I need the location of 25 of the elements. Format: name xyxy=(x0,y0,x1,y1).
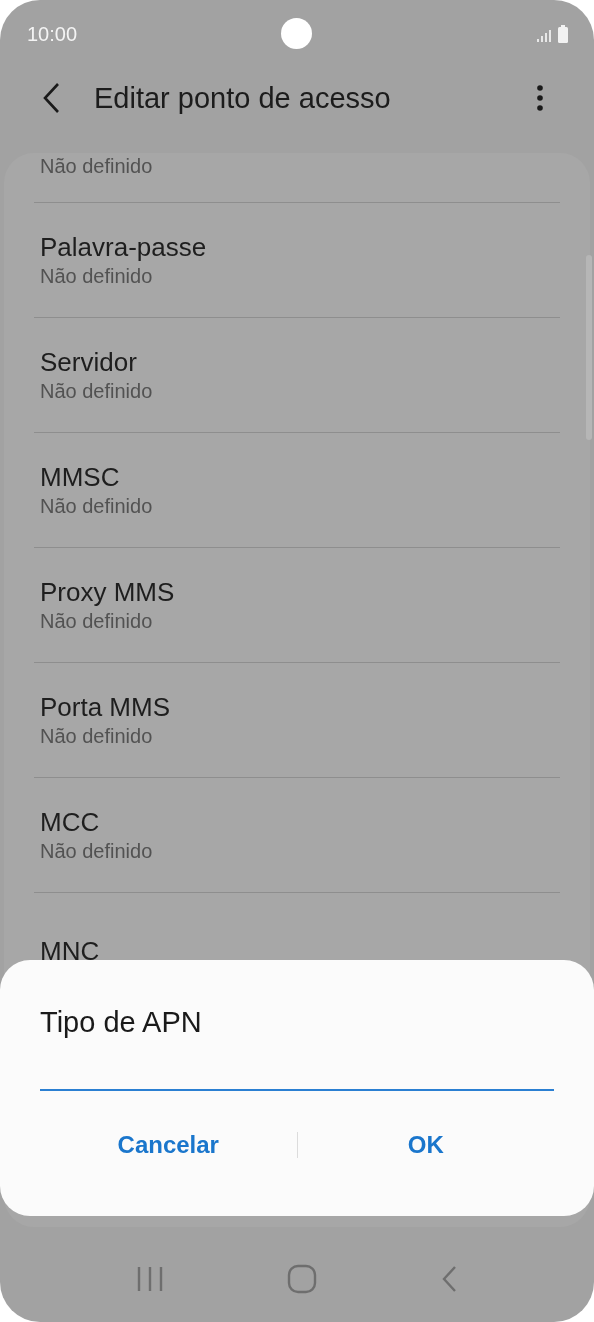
setting-value: Não definido xyxy=(40,839,154,864)
setting-value: Não definido xyxy=(40,724,154,749)
setting-value: Não definido xyxy=(40,494,154,519)
setting-title[interactable]: Servidor xyxy=(40,346,554,378)
setting-value: Não definido xyxy=(40,264,154,289)
home-icon[interactable] xyxy=(287,1264,317,1294)
dialog-button[interactable]: Cancelar xyxy=(40,1121,297,1169)
setting-value: Não definido xyxy=(40,609,154,634)
back-icon[interactable] xyxy=(42,82,62,114)
setting-title[interactable]: Proxy MMS xyxy=(40,576,554,608)
setting-value: Não definido xyxy=(40,379,154,404)
setting-title[interactable]: MMSC xyxy=(40,461,554,493)
more-icon[interactable] xyxy=(536,84,544,112)
dialog-title: Tipo de APN xyxy=(40,1006,203,1039)
recents-icon[interactable] xyxy=(136,1266,165,1292)
battery-icon xyxy=(558,25,568,43)
camera-hole xyxy=(281,18,312,49)
setting-value: Não definido xyxy=(40,154,154,179)
setting-title[interactable]: MCC xyxy=(40,806,554,838)
screen-title: Editar ponto de acesso xyxy=(94,81,392,115)
status-time: 10:00 xyxy=(27,22,78,46)
setting-title[interactable]: Porta MMS xyxy=(40,691,554,723)
signal-icon xyxy=(536,29,552,43)
dialog-button[interactable]: OK xyxy=(297,1121,554,1169)
setting-title[interactable]: Palavra-passe xyxy=(40,231,554,263)
